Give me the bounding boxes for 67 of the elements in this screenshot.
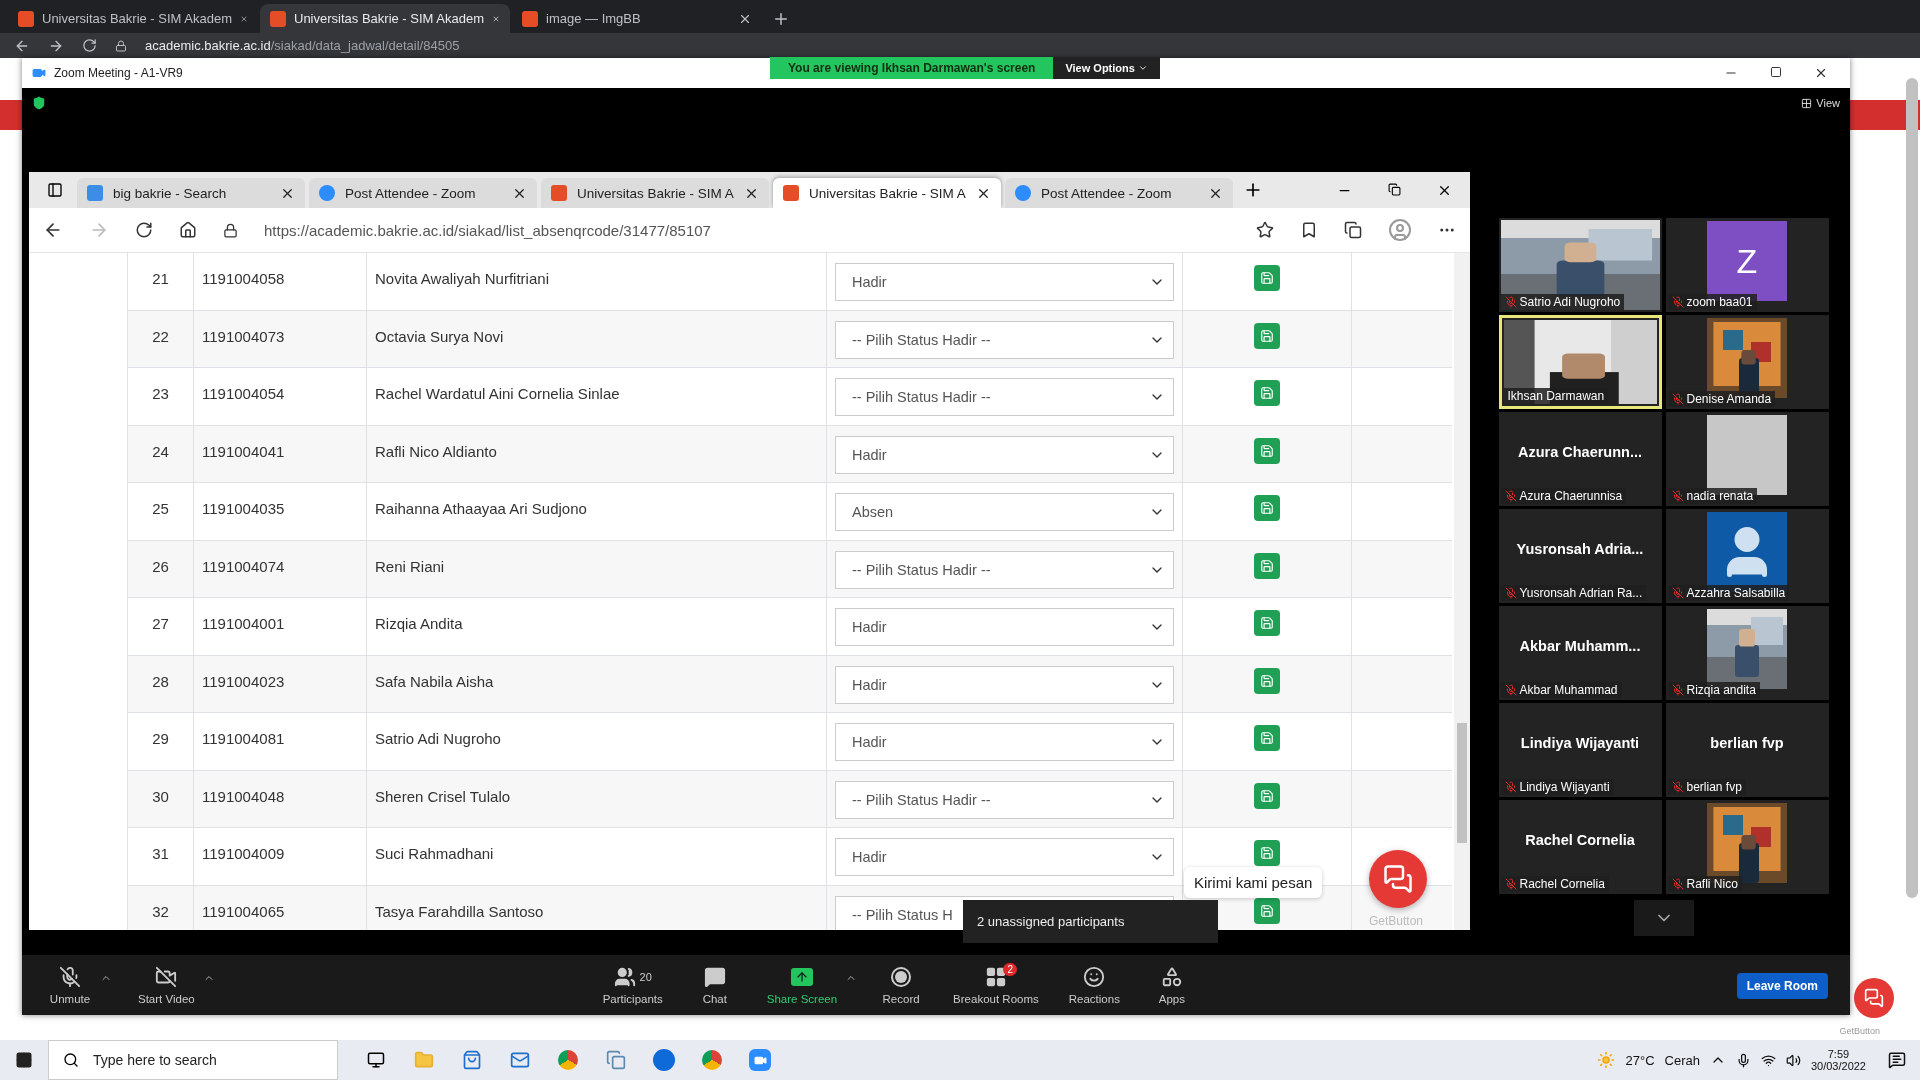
row-number: 22 bbox=[152, 327, 169, 347]
clock-time: 7:59 bbox=[1827, 1048, 1850, 1060]
window-title: Zoom Meeting - A1-VR9 bbox=[54, 66, 183, 80]
participant-name: Satrio Adi Nugroho bbox=[1519, 295, 1621, 309]
participant-name: Lindiya Wijayanti bbox=[1519, 780, 1610, 794]
temperature: 27°C bbox=[1625, 1052, 1655, 1068]
student-id: 1191004058 bbox=[202, 270, 285, 289]
student-id: 1191004074 bbox=[202, 557, 285, 577]
row-number: 30 bbox=[152, 787, 169, 807]
row-number: 29 bbox=[152, 730, 169, 749]
participant-name: Akbar Muhammad bbox=[1519, 683, 1618, 697]
row-number: 25 bbox=[152, 500, 169, 519]
participant-name: Denise Amanda bbox=[1686, 392, 1772, 406]
participant-display-name: Akbar Muhamm... bbox=[1519, 638, 1641, 654]
avatar-letter: Z bbox=[1736, 241, 1758, 281]
student-name: Reni Riani bbox=[375, 557, 445, 577]
row-number: 31 bbox=[152, 845, 169, 864]
participant-display-name: Azura Chaerunn... bbox=[1517, 444, 1643, 460]
clock-date: 30/03/2022 bbox=[1810, 1060, 1866, 1072]
student-name: Suci Rahmadhani bbox=[375, 845, 494, 864]
brand-text: GetButton bbox=[1839, 1026, 1880, 1036]
viewing-banner: You are viewing Ikhsan Darmawan's screen bbox=[770, 57, 1054, 79]
student-name: Tasya Farahdilla Santoso bbox=[375, 902, 544, 922]
weather-text: Cerah bbox=[1664, 1052, 1700, 1068]
student-id: 1191004081 bbox=[202, 730, 285, 749]
participants-tooltip: 2 unassigned participants bbox=[963, 900, 1218, 943]
student-id: 1191004065 bbox=[202, 902, 285, 922]
student-name: Safa Nabila Aisha bbox=[375, 672, 494, 692]
participant-name: Azzahra Salsabilla bbox=[1686, 586, 1786, 600]
student-name: Octavia Surya Novi bbox=[375, 327, 504, 347]
participant-display-name: Lindiya Wijayanti bbox=[1520, 735, 1640, 751]
row-number: 28 bbox=[152, 672, 169, 692]
participant-name: Yusronsah Adrian Ra... bbox=[1519, 586, 1643, 600]
participant-name: Ikhsan Darmawan bbox=[1507, 389, 1605, 403]
participant-display-name: Yusronsah Adria... bbox=[1516, 541, 1644, 557]
participant-display-name: berlian fvp bbox=[1710, 735, 1784, 751]
row-number: 26 bbox=[152, 557, 169, 577]
student-name: Rachel Wardatul Aini Cornelia Sinlae bbox=[375, 385, 620, 404]
student-id: 1191004048 bbox=[202, 787, 285, 807]
student-name: Rafli Nico Aldianto bbox=[375, 442, 497, 462]
student-id: 1191004054 bbox=[202, 385, 285, 404]
student-id: 1191004009 bbox=[202, 845, 285, 864]
student-id: 1191004001 bbox=[202, 615, 285, 634]
student-name: Sheren Crisel Tulalo bbox=[375, 787, 511, 807]
participant-display-name: Rachel Cornelia bbox=[1525, 832, 1635, 848]
participant-name: Rafli Nico bbox=[1686, 877, 1738, 891]
row-number: 21 bbox=[152, 270, 169, 289]
row-number: 32 bbox=[152, 902, 169, 922]
participant-name: Rizqia andita bbox=[1686, 683, 1756, 697]
participant-name: Rachel Cornelia bbox=[1519, 877, 1605, 891]
student-id: 1191004041 bbox=[202, 442, 285, 462]
student-id: 1191004073 bbox=[202, 327, 285, 347]
student-name: Satrio Adi Nugroho bbox=[375, 730, 501, 749]
participant-name: zoom baa01 bbox=[1686, 295, 1753, 309]
student-id: 1191004035 bbox=[202, 500, 285, 519]
student-name: Raihanna Athaayaa Ari Sudjono bbox=[375, 500, 587, 519]
student-name: Rizqia Andita bbox=[375, 615, 463, 634]
student-name: Novita Awaliyah Nurfitriani bbox=[375, 270, 549, 289]
brand-text: GetButton bbox=[1369, 914, 1424, 928]
participant-name: nadia renata bbox=[1686, 489, 1754, 503]
row-number: 23 bbox=[152, 385, 169, 404]
participant-name: berlian fvp bbox=[1686, 780, 1742, 794]
row-number: 24 bbox=[152, 442, 169, 462]
participant-name: Azura Chaerunnisa bbox=[1519, 489, 1623, 503]
chat-prompt: Kirimi kami pesan bbox=[1184, 867, 1323, 898]
row-number: 27 bbox=[152, 615, 169, 634]
student-id: 1191004023 bbox=[202, 672, 285, 692]
